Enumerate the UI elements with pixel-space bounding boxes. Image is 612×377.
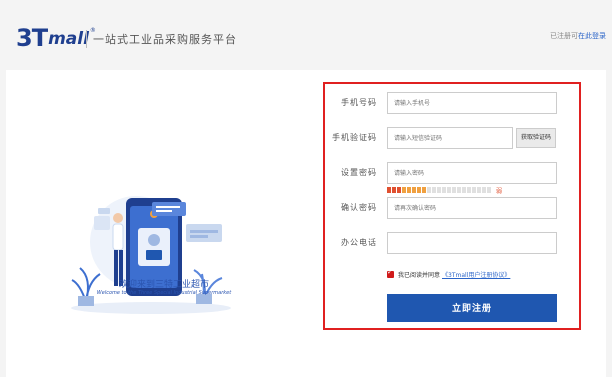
strength-segment [427,187,431,193]
password-strength-meter: 弱 [387,186,503,195]
sms-row: 手机验证码 获取验证码 [325,127,579,149]
password-input[interactable] [387,162,557,184]
strength-segment [447,187,451,193]
register-button[interactable]: 立即注册 [387,294,557,322]
strength-segment [432,187,436,193]
top-bar: 3T mall ® 一站式工业品采购服务平台 已注册可在此登录 [0,0,612,70]
welcome-title: 欢迎来到三特工业超市 [118,280,209,290]
strength-segment [422,187,426,193]
strength-segment [457,187,461,193]
strength-segment [462,187,466,193]
sms-label: 手机验证码 [332,133,377,142]
login-hint: 已注册可在此登录 [550,31,606,41]
strength-segment [482,187,486,193]
strength-segment [487,187,491,193]
strength-segment [397,187,401,193]
phone-label: 手机号码 [341,98,377,107]
password-row: 设置密码 [325,162,579,184]
slogan: 一站式工业品采购服务平台 [93,33,237,46]
strength-segment [407,187,411,193]
welcome-subtitle: Welcome to the Three Special Industrial … [96,290,232,296]
office-phone-input[interactable] [387,232,557,254]
registration-form: 手机号码 手机验证码 获取验证码 设置密码 弱 确认密码 [323,82,581,330]
strength-segment [412,187,416,193]
login-prefix: 已注册可 [550,32,578,40]
get-code-button[interactable]: 获取验证码 [516,128,556,148]
phone-row: 手机号码 [325,92,579,114]
logo-text: mall [48,29,89,49]
strength-segment [477,187,481,193]
agreement-text: 我已阅读并同意 [398,272,441,279]
agreement-checkbox[interactable] [387,268,394,278]
logo-mark: 3T [16,24,48,52]
logo[interactable]: 3T mall ® [16,22,96,52]
strength-segment [452,187,456,193]
strength-text: 弱 [496,187,503,195]
strength-segment [392,187,396,193]
login-link[interactable]: 在此登录 [578,32,606,40]
confirm-password-input[interactable] [387,197,557,219]
office-phone-row: 办公电话 [325,232,579,254]
strength-segment [387,187,391,193]
agreement-row: 我已阅读并同意 《3Tmall用户注册协议》 [387,268,510,279]
strength-segment [402,187,406,193]
confirm-label: 确认密码 [341,203,377,212]
office-phone-label: 办公电话 [341,238,377,247]
confirm-row: 确认密码 [325,197,579,219]
password-label: 设置密码 [341,168,377,177]
strength-segment [442,187,446,193]
strength-segment [417,187,421,193]
strength-segment [437,187,441,193]
agreement-link[interactable]: 《3Tmall用户注册协议》 [442,270,510,279]
sms-code-input[interactable] [387,127,513,149]
strength-segment [472,187,476,193]
phone-input[interactable] [387,92,557,114]
strength-segment [467,187,471,193]
header-divider [86,30,87,48]
